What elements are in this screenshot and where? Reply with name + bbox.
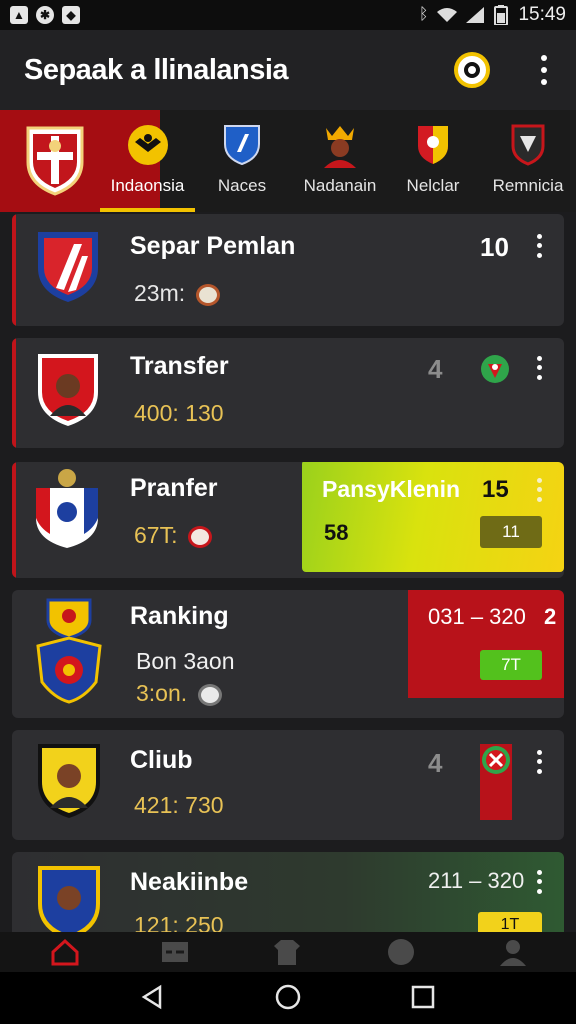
- tab-label: Nadanain: [303, 176, 377, 195]
- card-subtitle: 23m:: [134, 280, 186, 306]
- clock: 15:49: [518, 4, 566, 25]
- overflow-menu-button[interactable]: [536, 52, 552, 88]
- score-panel[interactable]: 031 – 320 2 7T: [408, 590, 564, 698]
- tab-label: Indaonsia: [110, 176, 185, 195]
- back-icon[interactable]: [140, 984, 166, 1010]
- card-title: Cliub: [130, 746, 193, 774]
- list-item[interactable]: Cliub 421: 730 4: [12, 730, 564, 840]
- page-title: Sepaak a llinalansia: [24, 53, 289, 86]
- photo-icon: ◆: [62, 6, 80, 24]
- wifi-icon: [437, 8, 458, 22]
- promo-more-button[interactable]: [534, 476, 544, 504]
- club-crest-icon: [36, 469, 98, 548]
- tab-indaonsia[interactable]: Indaonsia: [100, 110, 195, 212]
- garuda-badge-icon: [127, 125, 168, 165]
- card-more-button[interactable]: [534, 354, 544, 382]
- item-count: 4: [428, 748, 443, 778]
- promo-value: 58: [324, 520, 349, 545]
- bottom-navigation: [0, 932, 576, 972]
- club-crest-icon: [36, 598, 102, 704]
- card-subtitle-secondary: 3:on.: [136, 680, 188, 706]
- signal-icon: [466, 7, 485, 23]
- item-count: 10: [480, 232, 509, 262]
- card-more-button[interactable]: [534, 232, 544, 260]
- club-mini-badge-icon: [482, 746, 510, 774]
- system-navigation: [0, 972, 576, 1024]
- home-icon[interactable]: [50, 938, 80, 966]
- active-tab-indicator: [100, 208, 195, 212]
- card-subtitle: 400: 130: [134, 400, 224, 426]
- tab-remnicia[interactable]: Remnicia: [484, 110, 572, 212]
- search-button[interactable]: [454, 52, 490, 88]
- tab-nelclar[interactable]: Nelclar: [392, 110, 474, 212]
- card-subtitle: 121: 250: [134, 912, 224, 932]
- scoreboard-icon[interactable]: [160, 938, 190, 966]
- score-pill[interactable]: 7T: [480, 650, 542, 680]
- shield-badge-icon: [224, 125, 260, 166]
- tab-nadanain[interactable]: Nadanain: [290, 110, 390, 212]
- list-item[interactable]: Pranfer 67T: PansyKlenin 15 58 11: [12, 462, 564, 578]
- tab-label: Nelclar: [406, 176, 460, 195]
- status-bar: ▲ ✱ ◆ ᛒ 15:49: [0, 0, 576, 30]
- home-circle-icon[interactable]: [274, 983, 302, 1011]
- tab-label: Remnicia: [492, 176, 564, 195]
- shirt-icon[interactable]: [272, 938, 302, 966]
- crown-player-icon: [324, 126, 356, 168]
- card-title: Neakiinbe: [130, 868, 249, 896]
- list-item[interactable]: Transfer 400: 130 4: [12, 338, 564, 448]
- search-icon: [464, 62, 480, 78]
- score-range: 211 – 320: [428, 868, 525, 893]
- promo-panel[interactable]: PansyKlenin 15 58 11: [302, 462, 564, 572]
- image-icon: ▲: [10, 6, 28, 24]
- card-subtitle: 67T:: [134, 522, 178, 548]
- promo-title: PansyKlenin: [322, 476, 461, 502]
- profile-icon[interactable]: [498, 938, 528, 966]
- score-range: 031 – 320: [428, 604, 526, 629]
- list-item[interactable]: Separ Pemlan 23m: 10: [12, 214, 564, 326]
- player-badge-icon: [38, 354, 98, 426]
- tab-label: Naces: [217, 176, 267, 195]
- card-subtitle: Bon 3aon: [136, 648, 235, 674]
- ball-icon[interactable]: [386, 938, 416, 966]
- club-crest-icon: [26, 126, 84, 196]
- club-mini-badge-icon: [481, 355, 509, 383]
- player-badge-icon: [38, 866, 100, 932]
- card-title: Pranfer: [130, 474, 218, 502]
- item-count: 4: [428, 354, 443, 384]
- promo-count: 15: [482, 476, 509, 503]
- red-crest-icon: [511, 124, 545, 166]
- ball-icon: [197, 683, 222, 706]
- soccer-ball-icon: ✱: [36, 6, 54, 24]
- list-item[interactable]: Neakiinbe 121: 250 211 – 320 1T: [12, 852, 564, 932]
- bluetooth-icon: ᛒ: [418, 6, 429, 23]
- recents-icon[interactable]: [410, 984, 436, 1010]
- promo-pill[interactable]: 11: [480, 516, 542, 548]
- ball-icon: [187, 525, 212, 548]
- ball-icon: [195, 283, 220, 306]
- score-count: 2: [544, 604, 557, 629]
- card-title: Transfer: [130, 352, 229, 380]
- club-crest-icon: [38, 232, 98, 302]
- striped-shield-icon: [418, 126, 448, 164]
- league-tabs: Indaonsia Naces Nadanain Nelclar Remnici…: [0, 110, 576, 212]
- card-subtitle: 421: 730: [134, 792, 224, 818]
- list-item[interactable]: Ranking Bon 3aon 3:on. 031 – 320 2 7T: [12, 590, 564, 718]
- score-pill[interactable]: 1T: [478, 912, 542, 932]
- player-badge-icon: [38, 744, 100, 818]
- card-more-button[interactable]: [534, 748, 544, 776]
- tab-naces[interactable]: Naces: [196, 110, 288, 212]
- card-more-button[interactable]: [534, 868, 544, 896]
- card-title: Ranking: [130, 602, 229, 630]
- card-title: Separ Pemlan: [130, 232, 296, 260]
- battery-icon: [494, 5, 509, 25]
